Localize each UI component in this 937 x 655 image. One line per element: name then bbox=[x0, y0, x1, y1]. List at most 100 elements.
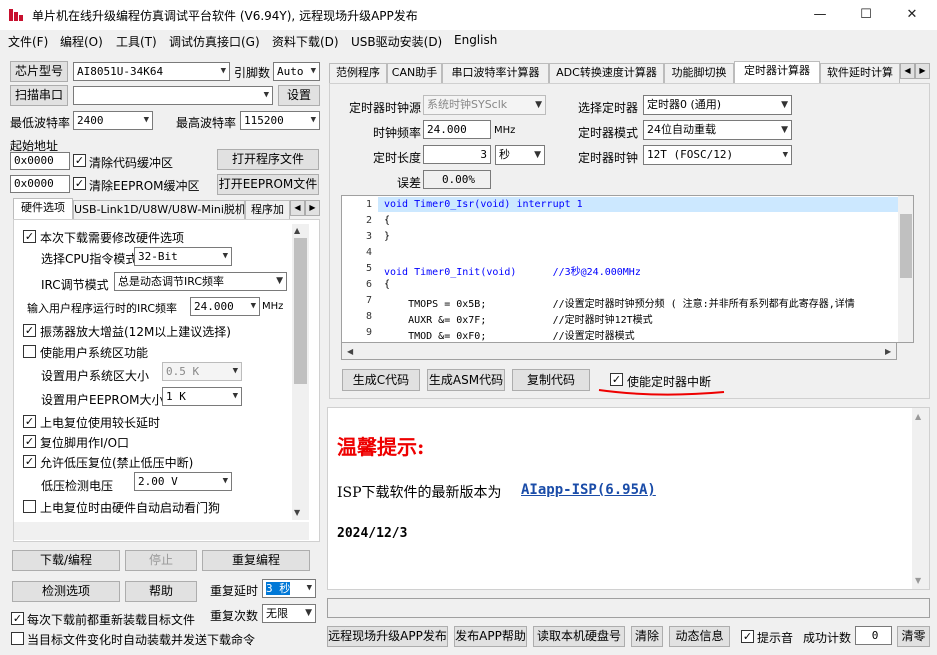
repeat-count-select[interactable]: 无限 ▼ bbox=[262, 604, 316, 623]
tab-delay-calc[interactable]: 软件延时计算 bbox=[820, 63, 900, 83]
reprogram-button[interactable]: 重复编程 bbox=[202, 550, 310, 571]
close-button[interactable]: ✕ bbox=[889, 0, 935, 30]
clock-source-select[interactable]: 系统时钟SYSclk ▼ bbox=[423, 95, 546, 115]
clear-eeprom-checkbox[interactable]: ✓ bbox=[73, 177, 86, 190]
right-tab-scroll-left[interactable]: ◀ bbox=[900, 63, 915, 79]
minimize-button[interactable]: — bbox=[797, 0, 843, 30]
reload-checkbox[interactable]: ✓ bbox=[11, 612, 24, 625]
reload-label: 每次下载前都重新装载目标文件 bbox=[27, 613, 196, 627]
tip-link[interactable]: AIapp-ISP(6.95A) bbox=[521, 482, 656, 498]
timer-length-input[interactable]: 3 bbox=[423, 145, 491, 164]
copy-code-button[interactable]: 复制代码 bbox=[512, 369, 590, 391]
right-tab-scroll-right[interactable]: ▶ bbox=[915, 63, 930, 79]
max-baud-select[interactable]: 115200 ▼ bbox=[240, 111, 320, 130]
scan-port-button[interactable]: 扫描串口 bbox=[10, 85, 68, 106]
help-button[interactable]: 帮助 bbox=[125, 581, 197, 602]
code-address-input[interactable]: 0x0000 bbox=[10, 152, 70, 170]
eeprom-size-select[interactable]: 1 K ▼ bbox=[162, 387, 242, 406]
clear-code-checkbox[interactable]: ✓ bbox=[73, 154, 86, 167]
pin-select[interactable]: Auto ▼ bbox=[273, 62, 320, 81]
menu-file[interactable]: 文件(F) bbox=[8, 33, 48, 50]
scroll-thumb[interactable] bbox=[294, 238, 307, 384]
osc-gain-label: 振荡器放大增益(12M以上建议选择) bbox=[40, 325, 231, 339]
scroll-down-icon[interactable]: ▼ bbox=[294, 508, 300, 517]
irc-freq-select[interactable]: 24.000 ▼ bbox=[190, 297, 260, 316]
sound-checkbox[interactable]: ✓ bbox=[741, 630, 754, 643]
hardware-hscrollbar[interactable] bbox=[14, 522, 309, 540]
lvd-select[interactable]: 2.00 V ▼ bbox=[134, 472, 232, 491]
menu-tools[interactable]: 工具(T) bbox=[116, 33, 157, 50]
tab-usb-link[interactable]: USB-Link1D/U8W/U8W-Mini脱机 bbox=[73, 200, 245, 220]
publish-help-button[interactable]: 发布APP帮助 bbox=[454, 626, 527, 647]
tab-scroll-left[interactable]: ◀ bbox=[290, 200, 305, 216]
code-editor[interactable]: 1 2 3 4 5 6 7 8 9 void Timer0_Isr(void) … bbox=[341, 195, 914, 343]
settings-button[interactable]: 设置 bbox=[278, 85, 320, 106]
chevron-down-icon: ▼ bbox=[535, 100, 542, 110]
scroll-up-icon[interactable]: ▲ bbox=[915, 412, 921, 421]
clock-freq-input[interactable]: 24.000 bbox=[423, 120, 491, 139]
irc-mode-select[interactable]: 总是动态调节IRC频率 ▼ bbox=[114, 272, 287, 291]
lvr-checkbox[interactable]: ✓ bbox=[23, 455, 36, 468]
generate-asm-button[interactable]: 生成ASM代码 bbox=[427, 369, 505, 391]
menu-english[interactable]: English bbox=[454, 33, 497, 47]
code-vscroll-thumb[interactable] bbox=[900, 214, 912, 278]
eeprom-address-input[interactable]: 0x0000 bbox=[10, 175, 70, 193]
tab-can[interactable]: CAN助手 bbox=[387, 63, 442, 83]
cpu-mode-select[interactable]: 32-Bit ▼ bbox=[134, 247, 232, 266]
scroll-right-icon[interactable]: ▶ bbox=[885, 347, 891, 356]
read-disk-button[interactable]: 读取本机硬盘号 bbox=[533, 626, 625, 647]
min-baud-label: 最低波特率 bbox=[10, 116, 71, 130]
long-delay-checkbox[interactable]: ✓ bbox=[23, 415, 36, 428]
open-program-button[interactable]: 打开程序文件 bbox=[217, 149, 319, 170]
cpu-mode-label: 选择CPU指令模式 bbox=[41, 252, 138, 266]
enable-interrupt-checkbox[interactable]: ✓ bbox=[610, 373, 623, 386]
scroll-up-icon[interactable]: ▲ bbox=[294, 226, 300, 235]
stop-button[interactable]: 停止 bbox=[125, 550, 197, 571]
chip-type-button[interactable]: 芯片型号 bbox=[10, 61, 68, 82]
remote-upgrade-button[interactable]: 远程现场升级APP发布 bbox=[327, 626, 448, 647]
scroll-left-icon[interactable]: ◀ bbox=[347, 347, 353, 356]
timer-mode-select[interactable]: 24位自动重载 ▼ bbox=[643, 120, 792, 140]
tab-examples[interactable]: 范例程序 bbox=[329, 63, 387, 83]
tab-pin-switch[interactable]: 功能脚切换 bbox=[664, 63, 734, 83]
clear-button[interactable]: 清除 bbox=[631, 626, 663, 647]
dynamic-info-button[interactable]: 动态信息 bbox=[669, 626, 730, 647]
port-select[interactable]: ▼ bbox=[73, 86, 273, 105]
menu-download[interactable]: 资料下载(D) bbox=[272, 33, 339, 50]
tab-scroll-right[interactable]: ▶ bbox=[305, 200, 320, 216]
timer-length-unit-select[interactable]: 秒 ▼ bbox=[495, 145, 545, 165]
repeat-delay-select[interactable]: 3 秒 ▼ bbox=[262, 579, 316, 598]
timer-clock-select[interactable]: 12T (FOSC/12) ▼ bbox=[643, 145, 792, 165]
tab-program-load[interactable]: 程序加 bbox=[245, 200, 290, 220]
sys-size-select[interactable]: 0.5 K ▼ bbox=[162, 362, 242, 381]
code-hscrollbar[interactable] bbox=[341, 343, 897, 360]
menu-program[interactable]: 编程(O) bbox=[60, 33, 103, 50]
menu-debug[interactable]: 调试仿真接口(G) bbox=[169, 33, 260, 50]
tip-date: 2024/12/3 bbox=[337, 526, 408, 541]
select-timer-select[interactable]: 定时器0 (通用) ▼ bbox=[643, 95, 792, 115]
download-button[interactable]: 下载/编程 bbox=[12, 550, 120, 571]
osc-gain-checkbox[interactable]: ✓ bbox=[23, 324, 36, 337]
open-eeprom-button[interactable]: 打开EEPROM文件 bbox=[217, 174, 319, 195]
user-sys-checkbox[interactable] bbox=[23, 345, 36, 358]
reset-io-checkbox[interactable]: ✓ bbox=[23, 435, 36, 448]
wdt-checkbox[interactable] bbox=[23, 500, 36, 513]
chip-select[interactable]: AI8051U-34K64 ▼ bbox=[73, 62, 230, 81]
error-value: 0.00% bbox=[423, 170, 491, 189]
auto-send-checkbox[interactable] bbox=[11, 632, 24, 645]
generate-c-button[interactable]: 生成C代码 bbox=[342, 369, 420, 391]
need-modify-checkbox[interactable]: ✓ bbox=[23, 230, 36, 243]
tab-hardware[interactable]: 硬件选项 bbox=[13, 198, 73, 220]
tab-adc-calc[interactable]: ADC转换速度计算器 bbox=[549, 63, 664, 83]
chevron-down-icon: ▼ bbox=[263, 90, 269, 100]
menu-usb[interactable]: USB驱动安装(D) bbox=[351, 33, 442, 50]
min-baud-select[interactable]: 2400 ▼ bbox=[73, 111, 153, 130]
tab-baud-calc[interactable]: 串口波特率计算器 bbox=[442, 63, 549, 83]
check-options-button[interactable]: 检测选项 bbox=[12, 581, 120, 602]
repeat-count-label: 重复次数 bbox=[210, 609, 259, 623]
scroll-down-icon[interactable]: ▼ bbox=[915, 576, 921, 585]
clear-count-button[interactable]: 清零 bbox=[897, 626, 930, 647]
tab-timer-calc[interactable]: 定时器计算器 bbox=[734, 61, 820, 83]
maximize-button[interactable]: ☐ bbox=[843, 0, 889, 30]
info-scrollbar[interactable] bbox=[912, 408, 929, 589]
